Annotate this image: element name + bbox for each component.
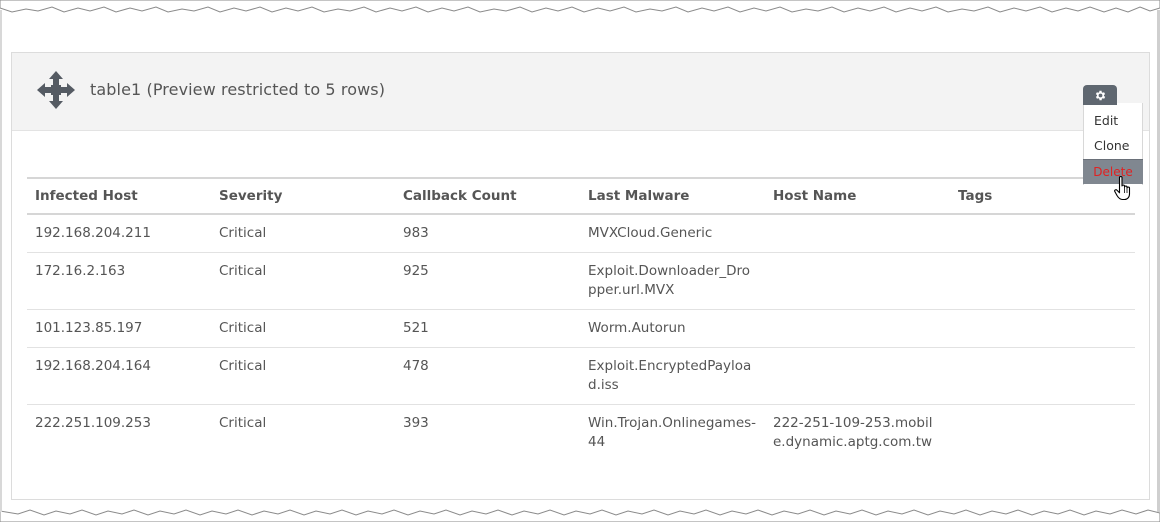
cell-infected-host: 192.168.204.211 [27,214,211,253]
cell-severity: Critical [211,309,395,348]
torn-edge-bottom [0,509,1160,522]
column-header-host-name[interactable]: Host Name [765,177,950,215]
column-header-callback-count[interactable]: Callback Count [395,177,580,215]
gear-icon [1095,90,1105,100]
table-row: 222.251.109.253 Critical 393 Win.Trojan.… [27,405,1135,462]
cell-last-malware: Exploit.Downloader_Dropper.url.MVX [580,252,765,310]
data-table: Infected Host Severity Callback Count La… [27,177,1135,461]
cell-last-malware: Worm.Autorun [580,309,765,348]
panel-title: table1 (Preview restricted to 5 rows) [90,80,386,99]
cell-infected-host: 172.16.2.163 [27,252,211,310]
cell-severity: Critical [211,347,395,405]
settings-gear-button[interactable] [1083,85,1117,105]
cell-host-name [765,252,950,310]
table-row: 172.16.2.163 Critical 925 Exploit.Downlo… [27,252,1135,310]
cell-infected-host: 192.168.204.164 [27,347,211,405]
table-panel: table1 (Preview restricted to 5 rows) Ed… [11,52,1150,500]
frame-left-edge [0,10,2,512]
table-row: 192.168.204.164 Critical 478 Exploit.Enc… [27,347,1135,405]
menu-item-clone[interactable]: Clone [1084,136,1142,156]
hand-cursor-icon [1114,175,1131,201]
cell-last-malware: MVXCloud.Generic [580,214,765,253]
column-header-infected-host[interactable]: Infected Host [27,177,211,215]
cell-callback-count: 983 [395,214,580,253]
table-row: 101.123.85.197 Critical 521 Worm.Autorun [27,309,1135,348]
column-header-last-malware[interactable]: Last Malware [580,177,765,215]
cell-severity: Critical [211,214,395,253]
cell-tags [950,405,1135,462]
cell-severity: Critical [211,252,395,310]
cell-host-name [765,214,950,253]
cell-host-name [765,309,950,348]
cell-tags [950,347,1135,405]
cell-severity: Critical [219,415,267,431]
cell-callback-count: 393 [403,415,429,431]
cell-callback-count: 478 [395,347,580,405]
cell-tags [950,309,1135,348]
cell-callback-count: 521 [395,309,580,348]
cell-infected-host: 222.251.109.253 [35,415,151,431]
cell-last-malware: Exploit.EncryptedPayload.iss [580,347,765,405]
column-header-severity[interactable]: Severity [211,177,395,215]
cell-last-malware: Win.Trojan.Onlinegames-44 [588,415,757,450]
table-header-row: Infected Host Severity Callback Count La… [27,177,1135,215]
table-row: 192.168.204.211 Critical 983 MVXCloud.Ge… [27,214,1135,253]
settings-dropdown-menu: Edit Clone Delete [1083,103,1143,185]
cell-infected-host: 101.123.85.197 [27,309,211,348]
cell-tags [950,214,1135,253]
torn-edge-top [0,0,1160,13]
cell-host-name [765,347,950,405]
panel-header: table1 (Preview restricted to 5 rows) [12,53,1149,131]
move-icon[interactable] [36,70,76,110]
menu-item-edit[interactable]: Edit [1084,111,1142,131]
cell-callback-count: 925 [395,252,580,310]
cell-tags [950,252,1135,310]
cell-host-name: 222-251-109-253.mobile.dynamic.aptg.com.… [773,415,933,450]
